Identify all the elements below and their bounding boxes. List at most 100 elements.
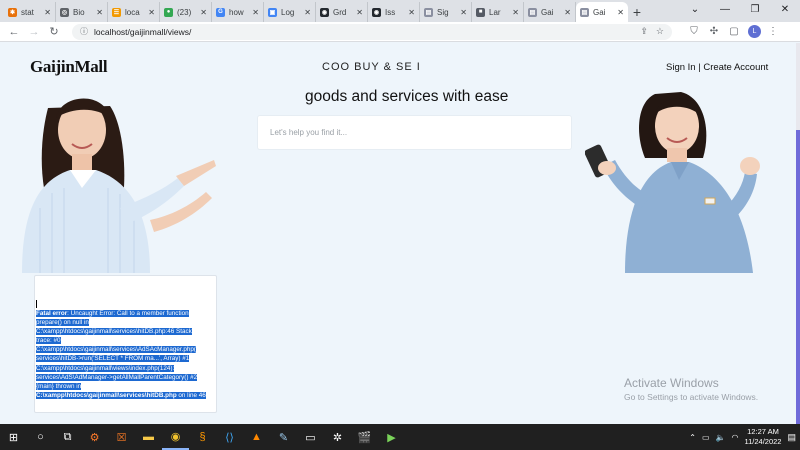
error-line-highlight: {main} thrown in [36,382,82,390]
new-tab-button[interactable]: + [628,2,646,22]
tab-favicon-icon: ▤ [528,7,537,17]
tab-search-icon[interactable]: ⌄ [680,0,710,18]
browser-tab[interactable]: ◎ Bio ✕ [56,2,108,22]
error-line-highlight: Fatal error: Uncaught Error: Call to a m… [36,310,189,317]
windows-start-icon[interactable]: ⊞ [0,424,27,450]
close-window-button[interactable]: ✕ [770,0,800,18]
tab-favicon-icon: G [216,7,225,17]
error-line: trace: #0 [36,336,215,345]
window-controls: ⌄ — ❐ ✕ [680,0,800,18]
browser-tab[interactable]: ● (23) ✕ [160,2,212,22]
forward-button[interactable]: → [26,24,42,40]
media-app-icon[interactable]: ▶ [378,424,405,450]
chrome-menu-icon[interactable]: ⋮ [765,24,781,40]
tab-title: Iss [385,7,396,17]
vscode-icon[interactable]: ⟨⟩ [216,424,243,450]
tab-close-icon[interactable]: ✕ [44,8,51,17]
error-text: C:\xampp\htdocs\gaijinmall\services\hitD… [36,328,192,336]
site-info-icon[interactable]: ⓘ [80,26,88,37]
tray-overflow-icon[interactable]: ⌃ [689,433,696,442]
terminal-icon[interactable]: ▭ [297,424,324,450]
tab-close-icon[interactable]: ✕ [617,8,624,17]
error-line-highlight: services\hitDB->run('SELECT * FROM ma...… [36,355,190,363]
network-icon[interactable]: ▭ [702,433,710,442]
tab-close-icon[interactable]: ✕ [200,8,207,17]
browser-tab[interactable]: ◉ Grd ✕ [316,2,368,22]
browser-tab[interactable]: ▤ Gai ✕ [576,2,628,22]
back-button[interactable]: ← [6,24,22,40]
auth-links: Sign In | Create Account [666,62,768,73]
create-account-link[interactable]: Create Account [703,62,768,73]
video-editor-icon[interactable]: 🎬 [351,424,378,450]
tab-close-icon[interactable]: ✕ [460,8,467,17]
error-bold-text: C:\xampp\htdocs\gaijinmall\services\hitD… [36,391,177,399]
error-text: on line 46 [176,391,206,399]
address-bar[interactable]: ⓘ localhost/gaijinmall/views/ ⇪ ☆ [72,23,672,40]
minimize-button[interactable]: — [710,0,740,18]
vlc-icon[interactable]: ▲ [243,424,270,450]
hero-woman-phone-image [585,88,796,273]
xampp-icon[interactable]: ☒ [108,424,135,450]
tab-list: ✱ stat ✕ ◎ Bio ✕ ☰ loca ✕ ● (23) ✕ Ghow ✕ ▣ Log ✕ ◉ Grd ✕ ◉ I… [0,0,628,22]
tab-close-icon[interactable]: ✕ [252,8,259,17]
tab-close-icon[interactable]: ✕ [408,8,415,17]
tool-gear-icon[interactable]: ✲ [324,424,351,450]
sublime-text-icon[interactable]: § [189,424,216,450]
php-error-card: Fatal error: Uncaught Error: Call to a m… [34,275,217,413]
task-view-icon[interactable]: ⧉ [54,424,81,450]
tab-title: Log [281,7,295,17]
tab-close-icon[interactable]: ✕ [512,8,519,17]
error-text: trace: #0 [36,337,61,345]
extensions-puzzle-icon[interactable]: ✣ [706,24,722,40]
windows-taskbar: ⊞ ○ ⧉ ⚙ ☒ ▬ ◉ § ⟨⟩ ▲ ✎ ▭ ✲ 🎬 ▶ ⌃ ▭ 🔈 ◠ 1… [0,424,800,450]
volume-icon[interactable]: 🔈 [716,433,726,442]
browser-tab[interactable]: ☰ loca ✕ [108,2,160,22]
browser-tab[interactable]: ▣ Log ✕ [264,2,316,22]
browser-tab[interactable]: ■ Lar ✕ [472,2,524,22]
profile-avatar[interactable]: L [748,25,761,38]
side-panel-icon[interactable]: ▢ [726,24,742,40]
browser-tab[interactable]: ✱ stat ✕ [4,2,56,22]
bookmark-star-icon[interactable]: ☆ [656,26,664,37]
error-line-highlight: C:\xampp\htdocs\gaijinmall\services\AdSA… [36,346,196,354]
browser-tab[interactable]: ▤ Sig ✕ [420,2,472,22]
tab-close-icon[interactable]: ✕ [148,8,155,17]
share-icon[interactable]: ⇪ [640,26,648,37]
maximize-button[interactable]: ❐ [740,0,770,18]
error-line: C:\xampp\htdocs\gaijinmall\views\index.p… [36,364,215,373]
extension-shield-icon[interactable]: ⛉ [686,24,702,40]
reload-button[interactable]: ↻ [46,24,62,40]
clock-time: 12:27 AM [747,427,779,436]
tab-close-icon[interactable]: ✕ [356,8,363,17]
tab-close-icon[interactable]: ✕ [96,8,103,17]
browser-tab[interactable]: ◉ Iss ✕ [368,2,420,22]
search-input[interactable] [258,116,571,149]
browser-tab[interactable]: ▤ Gai ✕ [524,2,576,22]
file-explorer-icon[interactable]: ▬ [135,424,162,450]
tab-title: Sig [437,7,449,17]
tab-title: Gai [541,7,554,17]
error-text: : Uncaught Error: Call to a member funct… [67,310,189,317]
tab-close-icon[interactable]: ✕ [304,8,311,17]
hero-tagline: COO BUY & SE I [322,61,421,73]
notifications-icon[interactable]: ▤ [787,432,796,443]
error-text: C:\xampp\htdocs\gaijinmall\services\AdSA… [36,346,196,354]
search-icon[interactable]: ○ [27,424,54,450]
taskbar-clock[interactable]: 12:27 AM 11/24/2022 [745,427,782,447]
url-text: localhost/gaijinmall/views/ [94,26,192,37]
notepad-icon[interactable]: ✎ [270,424,297,450]
tab-title: Lar [489,7,501,17]
chrome-icon[interactable]: ◉ [162,424,189,450]
page-scrollbar-thumb[interactable] [796,130,800,424]
tab-favicon-icon: ✱ [8,7,17,17]
browser-tab[interactable]: Ghow ✕ [212,2,264,22]
tab-close-icon[interactable]: ✕ [564,8,571,17]
text-cursor [36,300,37,308]
sign-in-link[interactable]: Sign In [666,62,696,73]
wifi-icon[interactable]: ◠ [732,433,739,442]
settings-gear-icon[interactable]: ⚙ [81,424,108,450]
error-line-highlight: C:\xampp\htdocs\gaijinmall\services\hitD… [36,391,206,399]
tab-title: stat [21,7,34,17]
site-logo[interactable]: GaijinMall [30,57,108,77]
tab-favicon-icon: ▤ [424,7,433,17]
